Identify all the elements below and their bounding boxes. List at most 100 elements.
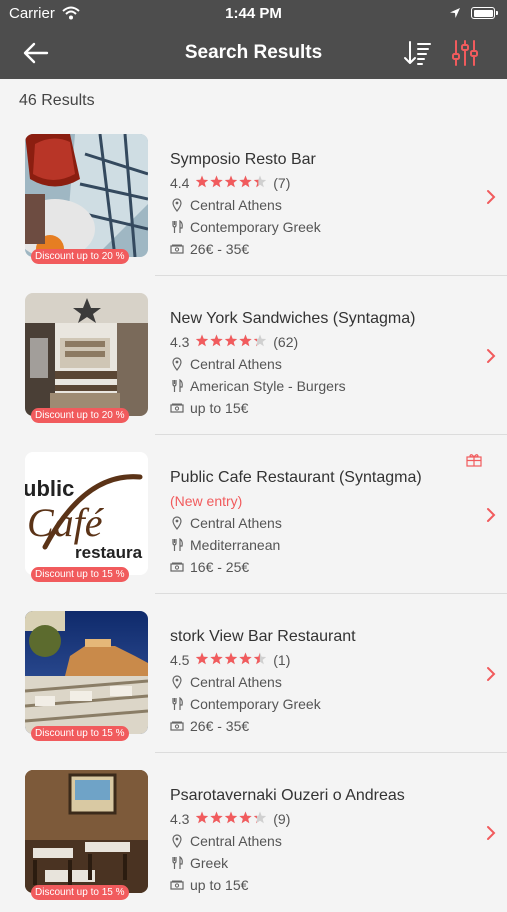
restaurant-photo xyxy=(25,770,148,893)
review-count: (62) xyxy=(273,334,299,350)
discount-badge: Discount up to 15 % xyxy=(31,567,129,582)
rating-value: 4.3 xyxy=(170,334,190,350)
rating-line: 4.3 (62) xyxy=(170,334,298,350)
chevron-right-icon[interactable] xyxy=(486,507,496,523)
new-entry-label: (New entry) xyxy=(170,493,243,509)
area-text: Central Athens xyxy=(190,197,282,213)
rating-value: 4.3 xyxy=(170,811,190,827)
fork-knife-icon xyxy=(172,379,183,392)
cuisine-text: Mediterranean xyxy=(190,537,281,553)
review-count: (1) xyxy=(273,652,291,668)
list-item[interactable]: Discount up to 20 % New York Sandwiches … xyxy=(0,276,507,435)
price-text: up to 15€ xyxy=(190,400,249,416)
chevron-right-icon[interactable] xyxy=(486,348,496,364)
star-fill xyxy=(239,175,253,188)
restaurant-photo xyxy=(25,134,148,257)
list-item[interactable]: ublic Café restaura Discount up to 15 % … xyxy=(0,435,507,594)
money-icon xyxy=(170,403,184,413)
location-pin-icon xyxy=(172,516,182,530)
cuisine-line: American Style - Burgers xyxy=(170,378,346,394)
star-fill xyxy=(210,334,224,347)
location-pin-icon xyxy=(172,357,182,371)
price-text: 26€ - 35€ xyxy=(190,241,250,257)
cuisine-line: Mediterranean xyxy=(170,537,280,553)
navigation-bar: Search Results xyxy=(0,28,507,79)
restaurant-photo xyxy=(25,611,148,734)
star-rating xyxy=(196,175,267,188)
star-fill xyxy=(196,175,209,188)
star-rating xyxy=(196,811,267,824)
review-count: (7) xyxy=(273,175,291,191)
area-text: Central Athens xyxy=(190,515,282,531)
area-line: Central Athens xyxy=(170,356,282,372)
restaurant-name: stork View Bar Restaurant xyxy=(170,628,356,645)
money-icon xyxy=(170,244,184,254)
restaurant-photo xyxy=(25,293,148,416)
star-fill xyxy=(225,652,238,665)
star-fill xyxy=(239,334,253,347)
logo-text-restaurant: restaura xyxy=(75,543,143,562)
list-item[interactable]: Discount up to 20 % Symposio Resto Bar 4… xyxy=(0,117,507,276)
cuisine-text: Greek xyxy=(190,855,229,871)
location-pin-icon xyxy=(172,834,182,848)
restaurant-name: Symposio Resto Bar xyxy=(170,151,316,168)
cuisine-text: Contemporary Greek xyxy=(190,219,321,235)
list-item[interactable]: Discount up to 15 % Psarotavernaki Ouzer… xyxy=(0,753,507,912)
star-fill xyxy=(210,175,224,188)
filter-sliders-icon[interactable] xyxy=(451,39,479,67)
price-line: up to 15€ xyxy=(170,400,248,416)
gift-icon xyxy=(466,454,482,467)
cuisine-text: Contemporary Greek xyxy=(190,696,321,712)
results-count: 46 Results xyxy=(19,92,95,109)
star-fill xyxy=(210,652,224,665)
battery-icon xyxy=(471,7,498,19)
review-count: (9) xyxy=(273,811,291,827)
results-list: Discount up to 20 % Symposio Resto Bar 4… xyxy=(0,117,507,912)
price-text: 16€ - 25€ xyxy=(190,559,250,575)
discount-badge: Discount up to 20 % xyxy=(31,408,129,423)
star-fill xyxy=(210,811,224,824)
discount-badge: Discount up to 20 % xyxy=(31,249,129,264)
star-fill xyxy=(196,652,209,665)
fork-knife-icon xyxy=(172,697,183,710)
restaurant-name: Public Cafe Restaurant (Syntagma) xyxy=(170,469,422,486)
price-line: 26€ - 35€ xyxy=(170,241,249,257)
sort-icon[interactable] xyxy=(402,39,432,67)
status-time: 1:44 PM xyxy=(225,5,282,22)
logo-text-cafe: Café xyxy=(27,500,105,545)
cuisine-text: American Style - Burgers xyxy=(190,378,346,394)
restaurant-name: Psarotavernaki Ouzeri o Andreas xyxy=(170,787,405,804)
area-text: Central Athens xyxy=(190,674,282,690)
cuisine-line: Contemporary Greek xyxy=(170,219,321,235)
chevron-right-icon[interactable] xyxy=(486,825,496,841)
star-fill xyxy=(196,334,209,347)
chevron-right-icon[interactable] xyxy=(486,666,496,682)
location-pin-icon xyxy=(172,198,182,212)
star-fill xyxy=(225,334,238,347)
list-item[interactable]: Discount up to 15 % stork View Bar Resta… xyxy=(0,594,507,753)
price-line: 16€ - 25€ xyxy=(170,559,249,575)
restaurant-logo: ublic Café restaura xyxy=(25,452,148,575)
price-text: up to 15€ xyxy=(190,877,249,893)
area-line: Central Athens xyxy=(170,674,282,690)
status-bar: Carrier 1:44 PM xyxy=(0,0,507,28)
star-rating xyxy=(196,334,267,347)
fork-knife-icon xyxy=(172,856,183,869)
fork-knife-icon xyxy=(172,538,183,551)
cuisine-line: Greek xyxy=(170,855,228,871)
rating-line: 4.4 (7) xyxy=(170,175,290,191)
money-icon xyxy=(170,880,184,890)
discount-badge: Discount up to 15 % xyxy=(31,726,129,741)
star-fill xyxy=(239,811,253,824)
price-text: 26€ - 35€ xyxy=(190,718,250,734)
area-text: Central Athens xyxy=(190,356,282,372)
location-arrow-icon xyxy=(450,8,460,18)
area-line: Central Athens xyxy=(170,833,282,849)
rating-value: 4.5 xyxy=(170,652,190,668)
area-text: Central Athens xyxy=(190,833,282,849)
star-fill xyxy=(225,811,238,824)
rating-value: 4.4 xyxy=(170,175,190,191)
star-fill xyxy=(196,811,209,824)
chevron-right-icon[interactable] xyxy=(486,189,496,205)
area-line: Central Athens xyxy=(170,515,282,531)
